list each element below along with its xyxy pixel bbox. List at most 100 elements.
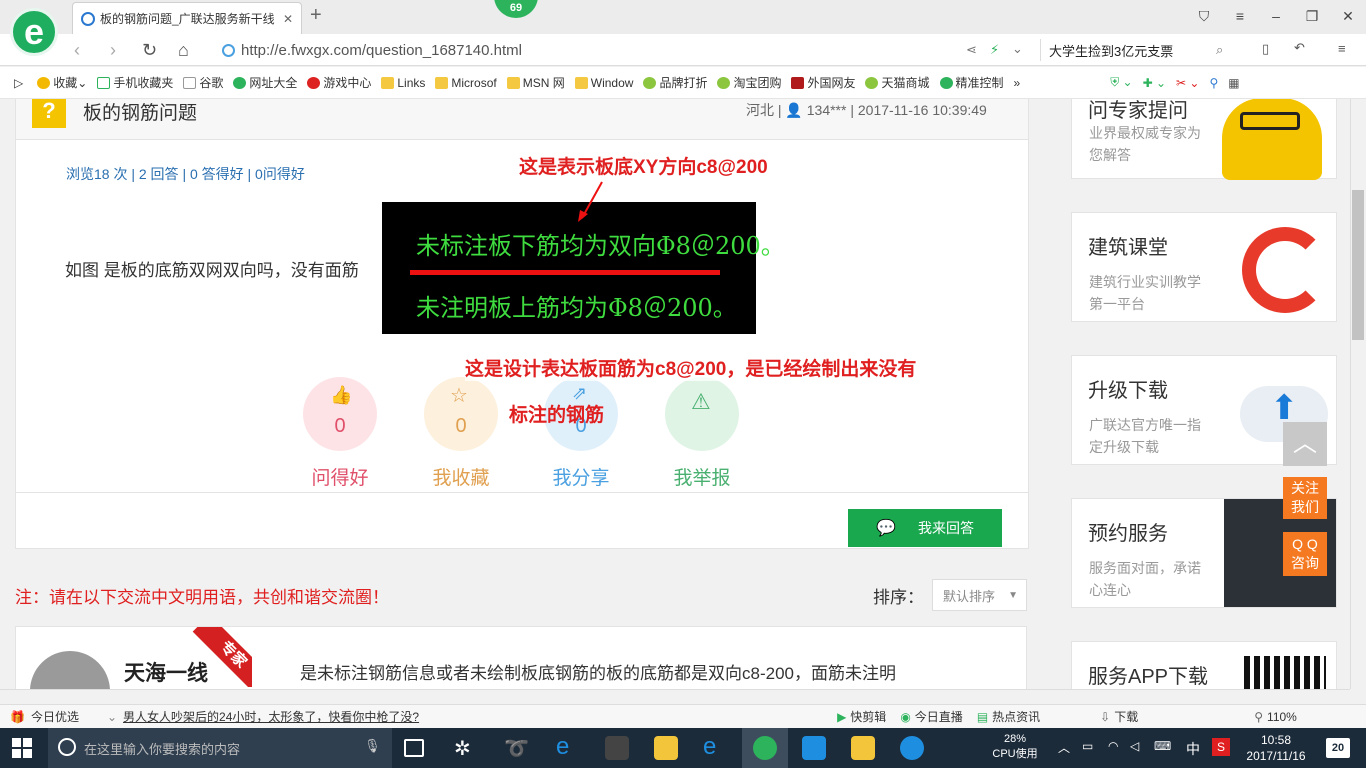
remote-icon[interactable] xyxy=(802,736,826,760)
chevron-down-icon[interactable]: ⌄ xyxy=(107,710,117,724)
news-link[interactable]: 男人女人吵架后的24小时，太形象了，快看你中枪了没? xyxy=(123,708,419,725)
share-label[interactable]: 我分享 xyxy=(544,463,618,490)
clock[interactable]: 10:58 2017/11/16 xyxy=(1238,732,1314,764)
restore-icon[interactable]: ❐ xyxy=(1294,0,1330,32)
swirl-app-icon[interactable]: ➰ xyxy=(504,736,529,760)
scissors-icon[interactable]: ✂ ⌄ xyxy=(1176,76,1199,90)
sort-select[interactable]: 默认排序 ▼ xyxy=(932,579,1027,611)
cpu-meter[interactable]: 28% CPU使用 xyxy=(990,732,1040,762)
folder-icon[interactable] xyxy=(654,736,678,760)
back-icon[interactable]: ‹ xyxy=(74,40,80,61)
magnifier-icon[interactable]: ⚲ xyxy=(1210,76,1219,90)
taskbar-search-input[interactable]: 在这里输入你要搜索的内容 🎙 xyxy=(48,728,392,768)
edge-icon[interactable]: e xyxy=(556,733,580,760)
volume-icon[interactable]: ◁ xyxy=(1130,739,1139,753)
shirt-icon[interactable]: ⛉ xyxy=(1186,0,1222,32)
sidebar-item-course[interactable]: 建筑课堂 建筑行业实训教学第一平台 xyxy=(1071,212,1337,322)
tray-up-icon[interactable]: ︿ xyxy=(1058,739,1070,756)
menu-icon[interactable]: ≡ xyxy=(1222,0,1258,32)
forward-icon[interactable]: › xyxy=(110,40,116,61)
sidebar-item-app[interactable]: 服务APP下载 xyxy=(1071,641,1337,689)
today-picks[interactable]: 今日优选 xyxy=(31,708,79,725)
browser-logo-icon[interactable]: e xyxy=(10,8,58,56)
status-item[interactable]: 下载 xyxy=(1114,708,1138,725)
browser-taskbar-icon[interactable] xyxy=(753,736,777,760)
store-icon[interactable] xyxy=(605,736,629,760)
bookmark-item[interactable]: 游戏中心 xyxy=(307,74,371,91)
sidebar-toggle-icon[interactable]: ▷ xyxy=(14,76,23,90)
share-icon[interactable]: ⋖ xyxy=(966,42,977,58)
pinwheel-icon[interactable]: ✲ xyxy=(454,736,478,760)
bookmark-item[interactable]: Links xyxy=(381,76,425,90)
task-view-icon[interactable] xyxy=(404,739,424,757)
page-favicon-icon xyxy=(81,11,95,26)
user-icon: 👤 xyxy=(785,102,803,118)
follow-button[interactable]: 关注 我们 xyxy=(1283,477,1327,519)
bookmark-item[interactable]: 谷歌 xyxy=(183,74,223,91)
qq-consult-button[interactable]: Q Q 咨询 xyxy=(1283,532,1327,576)
avatar[interactable] xyxy=(30,651,110,689)
favorite-button[interactable]: ☆ 0 xyxy=(424,377,498,451)
vertical-scrollbar[interactable] xyxy=(1350,99,1366,689)
bolt-icon[interactable]: ⚡ xyxy=(990,42,999,58)
network-icon[interactable]: ▭ xyxy=(1082,739,1093,753)
report-label[interactable]: 我举报 xyxy=(665,463,739,490)
bookmark-item[interactable]: 网址大全 xyxy=(233,74,297,91)
microphone-icon[interactable]: 🎙 xyxy=(364,738,381,754)
menu-lines-icon[interactable]: ≡ xyxy=(1338,41,1346,56)
bookmark-item[interactable]: 精准控制 xyxy=(939,74,1004,91)
horizontal-scrollbar[interactable] xyxy=(0,689,1350,703)
browser-tab[interactable]: 板的钢筋问题_广联达服务新干线 ✕ xyxy=(72,2,302,34)
bookmark-item[interactable]: 天猫商城 xyxy=(865,74,930,91)
glodon-icon[interactable] xyxy=(900,736,924,760)
search-icon[interactable]: ⌕ xyxy=(1216,42,1223,58)
close-icon[interactable]: ✕ xyxy=(1330,0,1366,32)
windows-start-icon[interactable] xyxy=(12,738,32,758)
tab-close-icon[interactable]: ✕ xyxy=(283,12,293,26)
url-field[interactable]: http://e.fwxgx.com/question_1687140.html xyxy=(222,39,962,61)
minimize-icon[interactable]: – xyxy=(1258,0,1294,32)
status-item[interactable]: 热点资讯 xyxy=(992,708,1040,725)
scrollbar-thumb[interactable] xyxy=(1352,190,1364,340)
like-label[interactable]: 问得好 xyxy=(303,463,377,490)
sidebar-item-ask-expert[interactable]: 问专家提问 业界最权威专家为您解答 xyxy=(1071,99,1337,180)
shield-icon[interactable]: ⛨ ⌄ xyxy=(1110,75,1132,90)
page-content: ? 板的钢筋问题 河北 | 👤 134*** | 2017-11-16 10:3… xyxy=(0,99,1350,689)
annotation-floor-rebar: 这是表示板底XY方向c8@200 xyxy=(519,157,768,178)
plus-icon[interactable]: ✚ ⌄ xyxy=(1143,76,1166,90)
ime-indicator[interactable]: 中 xyxy=(1186,739,1200,759)
wifi-icon[interactable]: ◠ xyxy=(1108,739,1118,753)
home-icon[interactable]: ⌂ xyxy=(178,40,189,61)
grid-icon[interactable]: ▦ xyxy=(1228,76,1239,90)
ie-icon[interactable]: e xyxy=(703,733,727,760)
chevron-down-icon[interactable]: ⌄ xyxy=(1012,41,1023,57)
status-item[interactable]: 快剪辑 xyxy=(850,708,886,725)
bookmark-item[interactable]: MSN 网 xyxy=(506,74,565,91)
address-bar-row: ‹ › ↻ ⌂ http://e.fwxgx.com/question_1687… xyxy=(0,34,1366,66)
keyboard-icon[interactable]: ⌨ xyxy=(1154,739,1171,753)
more-bookmarks-icon[interactable]: » xyxy=(1014,76,1021,90)
bookmark-item[interactable]: 品牌打折 xyxy=(643,74,707,91)
new-tab-button[interactable]: + xyxy=(310,4,322,27)
favorite-label[interactable]: 我收藏 xyxy=(424,463,498,490)
notes-icon[interactable] xyxy=(851,736,875,760)
undo-icon[interactable]: ↶ xyxy=(1294,40,1305,56)
bookmark-item[interactable]: 淘宝团购 xyxy=(717,74,781,91)
sogou-icon[interactable]: S xyxy=(1212,738,1230,756)
search-input[interactable]: 大学生捡到3亿元支票 xyxy=(1040,39,1240,61)
play-icon: ▶ xyxy=(837,709,847,724)
notification-center-icon[interactable]: 20 xyxy=(1326,738,1350,758)
like-button[interactable]: 👍 0 xyxy=(303,377,377,451)
answer-button[interactable]: 💬 我来回答 xyxy=(848,509,1002,547)
mobile-icon[interactable]: ▯ xyxy=(1262,41,1269,57)
bookmark-item[interactable]: Microsof xyxy=(435,76,497,90)
report-button[interactable]: ⚠ xyxy=(665,377,739,451)
bookmark-item[interactable]: 收藏 ⌄ xyxy=(37,74,87,91)
bookmark-item[interactable]: 外国网友 xyxy=(791,74,855,91)
zoom-level[interactable]: 110% xyxy=(1267,710,1297,724)
back-to-top-button[interactable]: ︿ xyxy=(1283,422,1327,466)
bookmark-item[interactable]: 手机收藏夹 xyxy=(97,74,173,91)
bookmark-item[interactable]: Window xyxy=(574,76,633,90)
refresh-icon[interactable]: ↻ xyxy=(142,40,157,61)
status-item[interactable]: 今日直播 xyxy=(915,708,963,725)
